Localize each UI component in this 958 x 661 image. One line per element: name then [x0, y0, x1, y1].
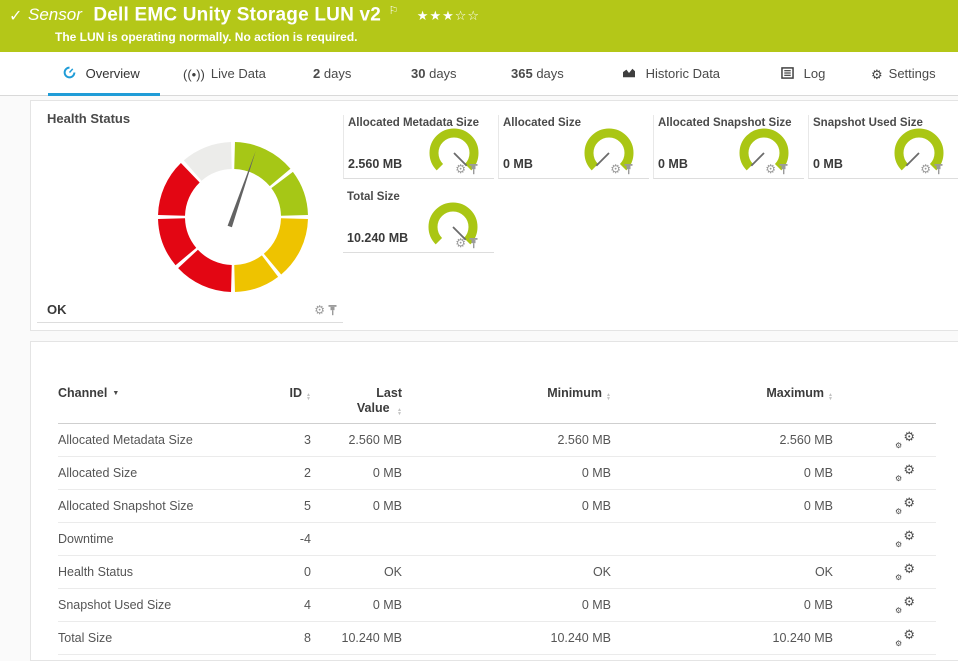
- tab-log[interactable]: Log: [781, 52, 825, 96]
- channel-name[interactable]: Allocated Snapshot Size: [58, 499, 258, 513]
- log-icon: [781, 67, 798, 82]
- pin-icon[interactable]: [469, 163, 478, 175]
- pin-icon[interactable]: [779, 163, 788, 175]
- tab-365-days-number: 365: [511, 66, 533, 81]
- table-row: Total Size 8 10.240 MB 10.240 MB 10.240 …: [58, 622, 936, 655]
- settings-gear-icon: ⚙: [871, 67, 883, 82]
- mini-gauge-allocated-snapshot-size: Allocated Snapshot Size 0 MB ⚙: [653, 115, 804, 179]
- health-status-value: OK: [47, 302, 67, 317]
- health-gauge-title: Health Status: [47, 111, 131, 126]
- mini-gauge-total-size: Total Size 10.240 MB ⚙: [343, 189, 494, 253]
- channel-settings-icon[interactable]: ⚙ ⚙: [895, 429, 915, 450]
- tab-historic-data[interactable]: Historic Data: [622, 52, 720, 96]
- mini-gauge-value: 0 MB: [503, 157, 533, 171]
- sensor-kind-label: Sensor: [28, 5, 82, 25]
- tab-overview[interactable]: Overview: [63, 52, 140, 96]
- tab-bar: Overview ((•)) Live Data 2 days 30 days 3…: [0, 52, 958, 96]
- channel-name[interactable]: Total Size: [58, 631, 258, 645]
- tab-365-days-label: days: [536, 66, 564, 81]
- channel-name[interactable]: Health Status: [58, 565, 258, 579]
- tab-overview-label: Overview: [85, 66, 140, 81]
- table-header-row: Channel ▼ ID ▲ ▼ Last Value ▲ ▼ Minimum ▲ ▼ Ma…: [58, 382, 936, 424]
- pin-icon[interactable]: [934, 163, 943, 175]
- active-tab-indicator: [48, 93, 160, 96]
- mini-gauge-snapshot-used-size: Snapshot Used Size 0 MB ⚙: [808, 115, 958, 179]
- table-row: Allocated Size 2 0 MB 0 MB 0 MB ⚙ ⚙: [58, 457, 936, 490]
- tab-2-days-number: 2: [313, 66, 321, 81]
- channels-panel: Channel ▼ ID ▲ ▼ Last Value ▲ ▼ Minimum ▲ ▼ Ma…: [30, 341, 958, 661]
- table-row: Snapshot Used Size 4 0 MB 0 MB 0 MB ⚙ ⚙: [58, 589, 936, 622]
- table-row: Downtime -4 ⚙ ⚙: [58, 523, 936, 556]
- table-row: Health Status 0 OK OK OK ⚙ ⚙: [58, 556, 936, 589]
- column-header-id[interactable]: ID ▲ ▼: [258, 386, 311, 402]
- page-title: Dell EMC Unity Storage LUN v2: [93, 4, 382, 26]
- tab-settings[interactable]: ⚙ Settings: [871, 52, 936, 96]
- check-icon: ✓: [9, 8, 23, 25]
- mini-gauge-value: 0 MB: [813, 157, 843, 171]
- gear-icon[interactable]: ⚙: [455, 163, 466, 175]
- channel-name[interactable]: Downtime: [58, 532, 258, 546]
- mini-gauge-title: Total Size: [347, 191, 400, 203]
- tab-settings-label: Settings: [888, 66, 936, 81]
- tab-30-days[interactable]: 30 days: [411, 52, 457, 96]
- pin-icon[interactable]: [469, 237, 478, 249]
- column-header-last-value[interactable]: Last Value ▲ ▼: [311, 386, 402, 417]
- table-row: Allocated Snapshot Size 5 0 MB 0 MB 0 MB…: [58, 490, 936, 523]
- mini-gauge-value: 2.560 MB: [348, 157, 403, 171]
- column-header-channel[interactable]: Channel ▼: [58, 386, 258, 400]
- table-row: Allocated Metadata Size 3 2.560 MB 2.560…: [58, 424, 936, 457]
- sort-icon: ▲ ▼: [828, 392, 833, 402]
- channel-name[interactable]: Allocated Size: [58, 466, 258, 480]
- column-header-maximum[interactable]: Maximum ▲ ▼: [611, 386, 833, 402]
- tab-2-days-label: days: [323, 66, 352, 81]
- channel-settings-icon[interactable]: ⚙ ⚙: [895, 528, 915, 549]
- gauges-panel: Health Status OK ⚙ Allocated Metadata Si…: [30, 100, 958, 331]
- tab-365-days[interactable]: 365 days: [511, 52, 564, 96]
- channel-settings-icon[interactable]: ⚙ ⚙: [895, 495, 915, 516]
- gear-icon[interactable]: ⚙: [314, 304, 325, 316]
- tab-30-days-number: 30: [411, 66, 426, 81]
- health-gauge-footer: OK ⚙: [37, 297, 343, 323]
- priority-stars[interactable]: ★★★☆☆: [417, 8, 480, 23]
- gear-icon[interactable]: ⚙: [765, 163, 776, 175]
- channel-settings-icon[interactable]: ⚙ ⚙: [895, 561, 915, 582]
- flag-icon[interactable]: ⚐: [388, 5, 398, 17]
- channel-settings-icon[interactable]: ⚙ ⚙: [895, 462, 915, 483]
- area-chart-icon: [622, 67, 640, 82]
- caret-down-icon: ▼: [112, 390, 120, 397]
- channel-table: Channel ▼ ID ▲ ▼ Last Value ▲ ▼ Minimum ▲ ▼ Ma…: [58, 382, 936, 655]
- tab-log-label: Log: [803, 66, 826, 81]
- mini-gauge-allocated-metadata-size: Allocated Metadata Size 2.560 MB ⚙: [343, 115, 494, 179]
- channel-name[interactable]: Snapshot Used Size: [58, 598, 258, 612]
- channel-settings-icon[interactable]: ⚙ ⚙: [895, 627, 915, 648]
- tab-live-data-label: Live Data: [210, 66, 266, 81]
- gear-icon[interactable]: ⚙: [455, 237, 466, 249]
- sensor-status-header: ✓ Sensor Dell EMC Unity Storage LUN v2 ⚐…: [0, 0, 958, 52]
- mini-gauge-value: 0 MB: [658, 157, 688, 171]
- gear-icon[interactable]: ⚙: [610, 163, 621, 175]
- gear-icon[interactable]: ⚙: [920, 163, 931, 175]
- gauge-icon: [63, 66, 80, 82]
- column-header-minimum[interactable]: Minimum ▲ ▼: [402, 386, 611, 402]
- pin-icon[interactable]: [328, 304, 337, 316]
- broadcast-icon: ((•)): [183, 67, 205, 82]
- sort-icon: ▲ ▼: [397, 407, 402, 417]
- health-status-gauge: [158, 142, 308, 292]
- mini-gauge-allocated-size: Allocated Size 0 MB ⚙: [498, 115, 649, 179]
- tab-live-data[interactable]: ((•)) Live Data: [183, 52, 266, 96]
- mini-gauge-value: 10.240 MB: [347, 231, 409, 245]
- channel-name[interactable]: Allocated Metadata Size: [58, 433, 258, 447]
- channel-settings-icon[interactable]: ⚙ ⚙: [895, 594, 915, 615]
- tab-historic-data-label: Historic Data: [645, 66, 721, 81]
- tab-2-days[interactable]: 2 days: [313, 52, 351, 96]
- mini-gauge-title: Allocated Size: [503, 117, 581, 129]
- sensor-status-message: The LUN is operating normally. No action…: [55, 30, 358, 44]
- pin-icon[interactable]: [624, 163, 633, 175]
- tab-30-days-label: days: [429, 66, 457, 81]
